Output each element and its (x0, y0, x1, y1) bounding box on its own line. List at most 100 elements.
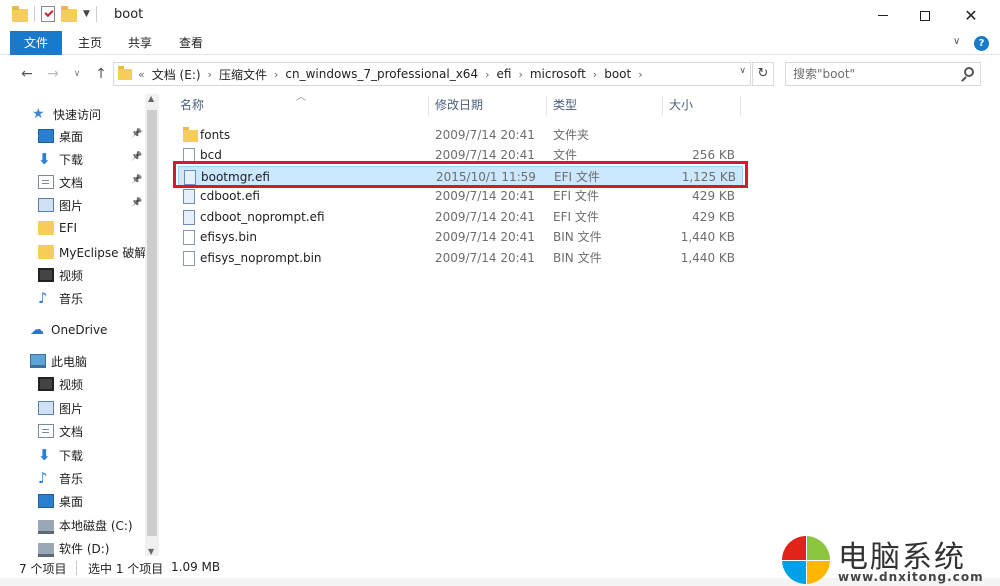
recent-locations-dropdown[interactable]: ∨ (68, 64, 86, 84)
file-type: EFI 文件 (553, 189, 599, 203)
picture-icon (38, 198, 54, 212)
nav-item-14[interactable]: ⬇ 下载 (38, 444, 83, 466)
column-header-name[interactable]: 名称 (180, 92, 204, 118)
new-folder-icon[interactable] (61, 6, 77, 22)
breadcrumb-separator[interactable]: › (208, 68, 212, 81)
nav-item-6[interactable]: MyEclipse 破解 (38, 241, 146, 263)
nav-item-5[interactable]: EFI (38, 217, 77, 239)
scrollbar-thumb[interactable] (147, 110, 157, 536)
refresh-button[interactable]: ↻ (752, 62, 774, 86)
address-history-dropdown[interactable]: ∨ (739, 66, 746, 76)
watermark: 电脑系统 www.dnxitong.com (780, 536, 1000, 586)
tab-home[interactable]: 主页 (72, 31, 108, 55)
logo-quadrant (807, 561, 830, 584)
toolbar-divider (34, 6, 35, 22)
tab-share[interactable]: 共享 (124, 31, 156, 55)
pin-icon[interactable]: 📌 (131, 198, 142, 208)
document-icon (38, 424, 54, 438)
breadcrumb-separator[interactable]: › (274, 68, 278, 81)
breadcrumb-boot[interactable]: boot (604, 67, 631, 81)
file-type: EFI 文件 (553, 210, 599, 224)
breadcrumb-efi[interactable]: efi (496, 67, 511, 81)
nav-item-0[interactable]: ★ 快速访问 (32, 103, 101, 125)
minimize-button[interactable] (860, 0, 906, 31)
column-divider[interactable] (428, 96, 429, 116)
nav-item-11[interactable]: 视频 (38, 373, 83, 395)
search-box[interactable] (785, 62, 981, 86)
folder-icon[interactable] (12, 6, 28, 22)
table-row[interactable]: fonts 2009/7/14 20:41 文件夹 (178, 125, 743, 145)
pin-icon[interactable]: 📌 (131, 175, 142, 185)
nav-item-2[interactable]: ⬇ 下载 (38, 148, 83, 170)
nav-item-3[interactable]: 文档 (38, 171, 83, 193)
breadcrumb-separator[interactable]: › (485, 68, 489, 81)
desktop-icon (38, 129, 54, 143)
download-icon: ⬇ (38, 150, 51, 168)
efi-file-icon (183, 189, 195, 204)
table-row[interactable]: efisys.bin 2009/7/14 20:41 BIN 文件 1,440 KB (178, 227, 743, 247)
drive-icon (38, 542, 54, 557)
nav-item-10[interactable]: 此电脑 (30, 350, 87, 372)
breadcrumb-separator[interactable]: › (518, 68, 522, 81)
column-header-type[interactable]: 类型 (553, 92, 577, 118)
breadcrumb-microsoft[interactable]: microsoft (530, 67, 586, 81)
table-row[interactable]: cdboot.efi 2009/7/14 20:41 EFI 文件 429 KB (178, 186, 743, 206)
file-size (665, 125, 735, 145)
file-modified-date: 2009/7/14 20:41 (435, 189, 535, 203)
pin-icon[interactable]: 📌 (131, 129, 142, 139)
drive-icon (38, 519, 54, 534)
close-button[interactable]: ✕ (948, 0, 994, 31)
file-icon (183, 230, 195, 245)
help-button[interactable]: ? (974, 36, 989, 51)
search-icon[interactable] (964, 67, 974, 77)
breadcrumb-e-drive[interactable]: 文档 (E:) (152, 66, 201, 83)
table-row[interactable]: cdboot_noprompt.efi 2009/7/14 20:41 EFI 文件… (178, 207, 743, 227)
breadcrumb-win7[interactable]: cn_windows_7_professional_x64 (285, 67, 478, 81)
expand-ribbon-chevron-icon[interactable]: ∨ (953, 36, 960, 47)
breadcrumb-compressed[interactable]: 压缩文件 (219, 66, 267, 83)
nav-pane-scrollbar[interactable]: ▲ ▼ (145, 94, 159, 556)
breadcrumb-separator[interactable]: › (638, 68, 642, 81)
maximize-button[interactable] (902, 0, 948, 31)
nav-item-label: 图片 (59, 401, 84, 416)
nav-item-13[interactable]: 文档 (38, 420, 83, 442)
scroll-up-arrow-icon[interactable]: ▲ (148, 94, 154, 103)
nav-item-label: 快速访问 (53, 107, 102, 122)
pin-icon[interactable]: 📌 (131, 152, 142, 162)
properties-icon[interactable] (41, 6, 55, 22)
nav-item-15[interactable]: ♪ 音乐 (38, 467, 83, 489)
column-divider[interactable] (662, 96, 663, 116)
close-icon: ✕ (964, 6, 978, 25)
nav-item-12[interactable]: 图片 (38, 397, 83, 419)
column-header-size[interactable]: 大小 (669, 92, 693, 118)
nav-item-4[interactable]: 图片 (38, 194, 83, 216)
column-divider[interactable] (546, 96, 547, 116)
breadcrumb-overflow[interactable]: « (138, 68, 145, 81)
music-icon: ♪ (38, 469, 48, 487)
nav-item-8[interactable]: ♪ 音乐 (38, 287, 83, 309)
nav-item-7[interactable]: 视频 (38, 264, 83, 286)
tab-view[interactable]: 查看 (174, 31, 208, 55)
annotation-highlight-box (173, 161, 748, 188)
file-icon (183, 251, 195, 266)
table-row[interactable]: efisys_noprompt.bin 2009/7/14 20:41 BIN 文件… (178, 248, 743, 268)
nav-item-label: EFI (59, 221, 78, 235)
navigation-pane: ★ 快速访问 桌面 📌 ⬇ 下载 📌 文档 📌 图片 📌 EFI MyEclipse 破解 视频 ♪ 音乐 ☁ O… (10, 94, 160, 557)
breadcrumb-separator[interactable]: › (593, 68, 597, 81)
nav-item-18[interactable]: 软件 (D:) (38, 537, 109, 557)
forward-button[interactable]: → (44, 64, 62, 84)
nav-item-16[interactable]: 桌面 (38, 490, 83, 512)
back-button[interactable]: ← (18, 64, 36, 84)
up-button[interactable]: ↑ (92, 64, 110, 84)
column-header-date[interactable]: 修改日期 (435, 92, 483, 118)
nav-item-9[interactable]: ☁ OneDrive (30, 319, 107, 341)
nav-item-17[interactable]: 本地磁盘 (C:) (38, 514, 133, 536)
customize-toolbar-dropdown[interactable]: ▼ (83, 9, 90, 19)
scroll-down-arrow-icon[interactable]: ▼ (148, 547, 154, 556)
logo-quadrant (782, 561, 806, 584)
tab-file[interactable]: 文件 (10, 31, 62, 55)
search-input[interactable] (786, 63, 946, 85)
column-divider[interactable] (740, 96, 741, 116)
address-bar[interactable]: « 文档 (E:) › 压缩文件 › cn_windows_7_professi… (113, 62, 751, 86)
nav-item-1[interactable]: 桌面 (38, 125, 83, 147)
